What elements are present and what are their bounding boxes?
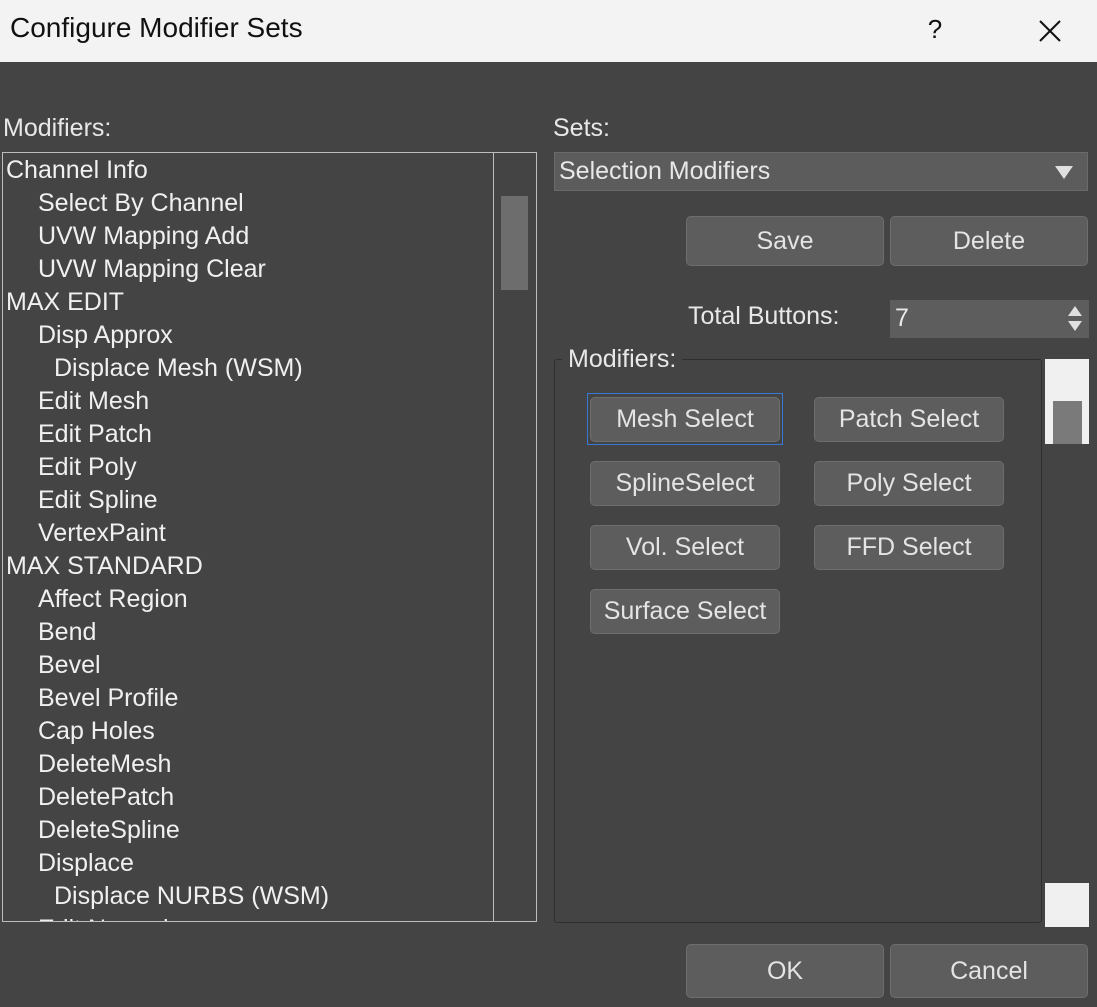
close-button[interactable] [1026,0,1074,62]
list-item[interactable]: Bend [38,616,96,649]
modifier-button-surface-select[interactable]: Surface Select [590,589,780,634]
ok-button[interactable]: OK [686,944,884,998]
list-scrollbar-divider [493,153,494,921]
list-item[interactable]: DeleteMesh [38,748,171,781]
dialog-title: Configure Modifier Sets [10,12,303,43]
dropdown-arrow-icon [1055,166,1073,179]
spinner-up-icon[interactable] [1068,306,1082,316]
list-item[interactable]: Edit Spline [38,484,158,517]
modifier-button-vol-select[interactable]: Vol. Select [590,525,780,570]
list-item[interactable]: Displace NURBS (WSM) [54,880,329,913]
group-scrollbar-track-bottom[interactable] [1045,883,1089,927]
list-item[interactable]: VertexPaint [38,517,166,550]
modifier-button-patch-select[interactable]: Patch Select [814,397,1004,442]
list-item[interactable]: Select By Channel [38,187,244,220]
list-item[interactable]: Bevel Profile [38,682,178,715]
list-item[interactable]: MAX STANDARD [6,550,203,583]
list-item[interactable]: UVW Mapping Add [38,220,249,253]
modifier-button-spline-select[interactable]: SplineSelect [590,461,780,506]
sets-dropdown-value: Selection Modifiers [559,157,771,185]
modifiers-group-label: Modifiers: [562,345,683,374]
cancel-button[interactable]: Cancel [890,944,1088,998]
list-item[interactable]: Displace Mesh (WSM) [54,352,303,385]
list-item[interactable]: Bevel [38,649,101,682]
list-item[interactable]: MAX EDIT [6,286,124,319]
modifier-button-ffd-select[interactable]: FFD Select [814,525,1004,570]
spinner-down-icon[interactable] [1068,321,1082,331]
total-buttons-label: Total Buttons: [688,302,840,330]
delete-button[interactable]: Delete [890,216,1088,266]
total-buttons-spinner[interactable]: 7 [890,300,1089,338]
sets-dropdown[interactable]: Selection Modifiers [554,152,1088,191]
modifier-button-poly-select[interactable]: Poly Select [814,461,1004,506]
list-item[interactable]: Edit Poly [38,451,137,484]
modifiers-listbox[interactable]: Channel Info Select By Channel UVW Mapping… [2,152,537,922]
list-item[interactable]: DeletePatch [38,781,174,814]
title-bar: Configure Modifier Sets ? [0,0,1097,62]
list-item[interactable]: DeleteSpline [38,814,180,847]
list-item[interactable]: Cap Holes [38,715,155,748]
modifiers-list-label: Modifiers: [3,114,112,142]
save-button[interactable]: Save [686,216,884,266]
list-item[interactable]: UVW Mapping Clear [38,253,266,286]
list-item[interactable]: Channel Info [6,154,148,187]
list-item[interactable]: Edit Patch [38,418,152,451]
sets-label: Sets: [553,114,610,142]
close-icon [1039,20,1061,42]
list-item[interactable]: Edit Mesh [38,385,149,418]
group-scrollbar-thumb[interactable] [1053,401,1082,444]
list-item[interactable]: Edit Normals [38,913,181,921]
list-item[interactable]: Disp Approx [38,319,173,352]
list-item[interactable]: Affect Region [38,583,188,616]
help-button[interactable]: ? [912,0,958,62]
list-scrollbar-thumb[interactable] [501,196,528,290]
total-buttons-value: 7 [895,304,909,332]
modifier-button-mesh-select[interactable]: Mesh Select [590,397,780,442]
list-item[interactable]: Displace [38,847,134,880]
modifiers-list: Channel Info Select By Channel UVW Mapping… [3,153,493,921]
